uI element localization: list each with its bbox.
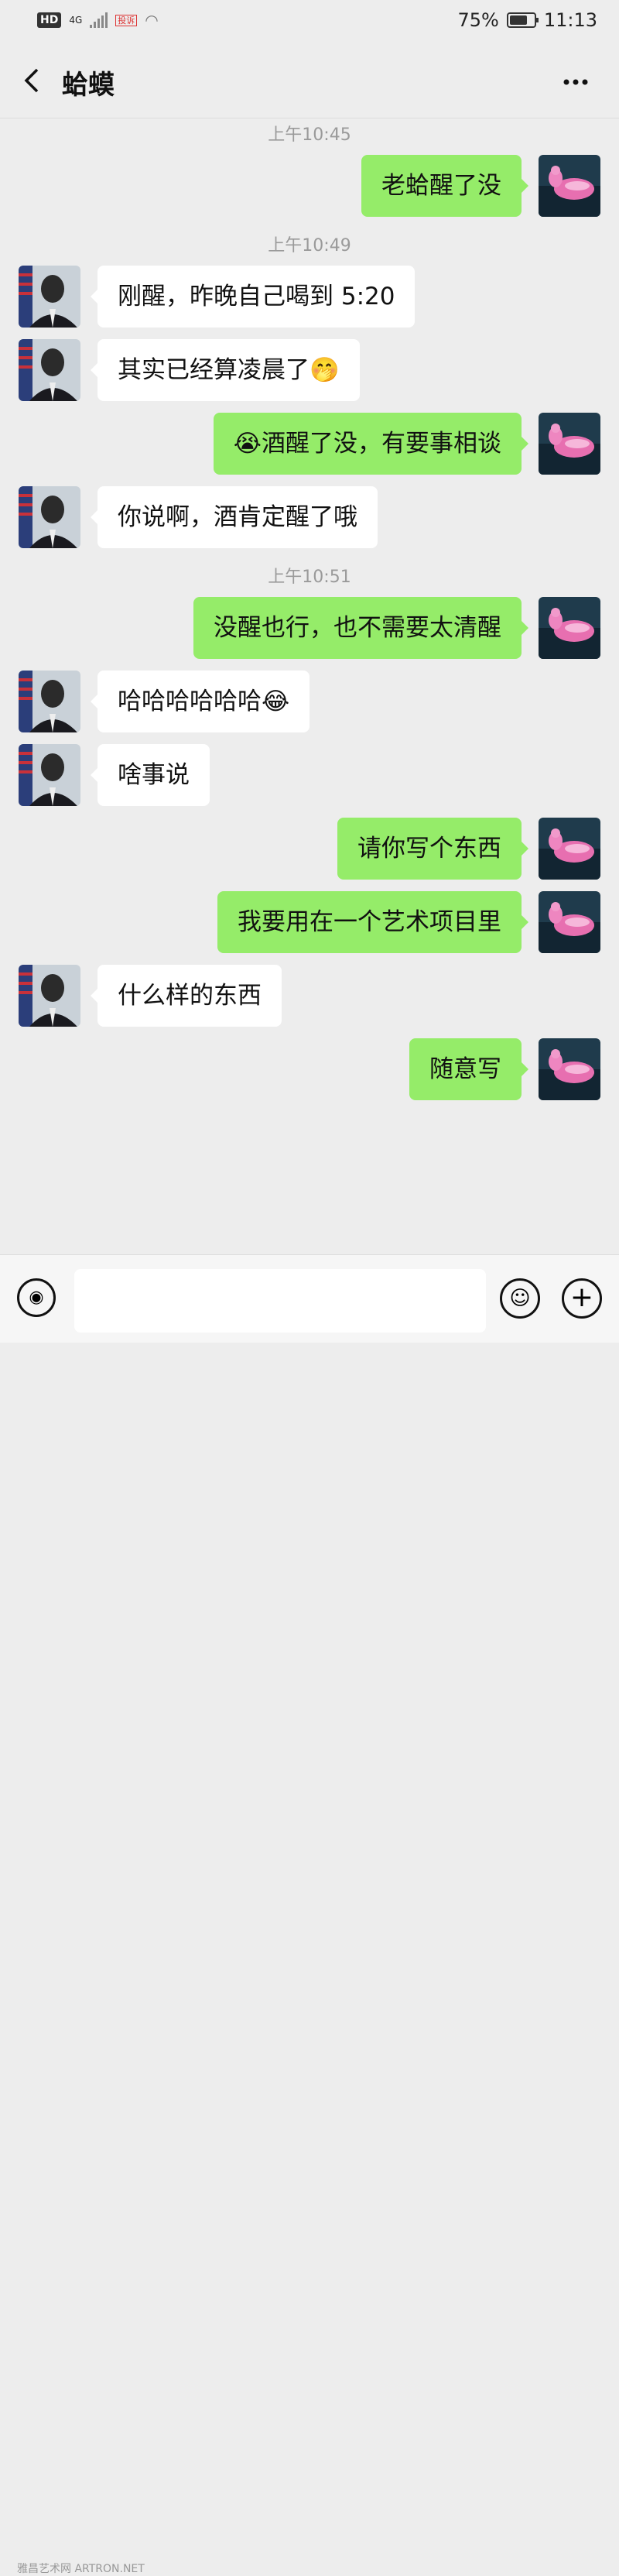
chat-header: 蛤蟆 (0, 43, 619, 118)
network-type: 4G (69, 15, 83, 26)
avatar[interactable] (539, 818, 600, 880)
avatar[interactable] (539, 155, 600, 217)
more-dots-icon[interactable] (560, 67, 591, 105)
outgoing-message: 随意写 (0, 1038, 619, 1100)
message-bubble[interactable]: 刚醒，昨晚自己喝到 5:20 (90, 266, 416, 328)
message-input[interactable] (74, 1269, 486, 1333)
plus-icon[interactable]: + (562, 1278, 602, 1319)
outgoing-message: 老蛤醒了没 (0, 155, 619, 217)
message-bubble[interactable]: 哈哈哈哈哈哈😂 (90, 671, 310, 732)
avatar[interactable] (19, 486, 80, 548)
outgoing-message: 我要用在一个艺术项目里 (0, 891, 619, 953)
message-bubble[interactable]: 其实已经算凌晨了🤭 (91, 339, 360, 401)
message-bubble[interactable]: 什么样的东西 (91, 965, 282, 1027)
avatar[interactable] (539, 1038, 600, 1100)
outgoing-message: 😭酒醒了没，有要事相谈 (0, 413, 619, 475)
watermark: 雅昌艺术网 ARTRON.NET (17, 2563, 145, 2575)
outgoing-message: 没醒也行，也不需要太清醒 (0, 597, 619, 659)
status-bar: HD 4G 投诉 ◠ 75% 11:13 (0, 0, 619, 43)
timestamp: 上午10:51 (268, 568, 351, 587)
outgoing-message: 请你写个东西 (0, 818, 619, 880)
voice-icon[interactable]: ◉ (17, 1278, 56, 1317)
emoji-icon[interactable]: ☺ (500, 1278, 540, 1319)
chat-title: 蛤蟆 (62, 70, 115, 101)
avatar[interactable] (539, 413, 600, 475)
chevron-left-icon[interactable] (19, 65, 50, 96)
incoming-message: 啥事说 (0, 744, 619, 806)
battery-icon (506, 12, 539, 28)
message-bubble[interactable]: 请你写个东西 (337, 818, 528, 880)
signal-icon (90, 12, 108, 28)
incoming-message: 你说啊，酒肯定醒了哦 (0, 486, 619, 548)
timestamp: 上午10:45 (268, 125, 351, 145)
wifi-icon: ◠ (145, 11, 159, 29)
message-bubble[interactable]: 我要用在一个艺术项目里 (217, 891, 528, 953)
status-left-group: HD 4G 投诉 ◠ (37, 11, 159, 29)
message-bubble[interactable]: 你说啊，酒肯定醒了哦 (91, 486, 378, 548)
clock: 11:13 (543, 9, 597, 31)
message-bubble[interactable]: 😭酒醒了没，有要事相谈 (213, 413, 529, 475)
avatar[interactable] (19, 339, 80, 401)
message-list[interactable]: 上午10:45 老蛤醒了没 上午10:49 刚醒，昨晚自己喝到 5:20 其实已经算凌晨… (0, 118, 619, 1254)
message-bubble[interactable]: 没醒也行，也不需要太清醒 (193, 597, 528, 659)
carrier-badge: 投诉 (115, 14, 138, 26)
avatar[interactable] (19, 671, 80, 732)
message-bubble[interactable]: 随意写 (409, 1038, 528, 1100)
timestamp: 上午10:49 (268, 236, 351, 256)
incoming-message: 其实已经算凌晨了🤭 (0, 339, 619, 401)
avatar[interactable] (539, 891, 600, 953)
battery-percent: 75% (457, 9, 499, 31)
avatar[interactable] (19, 744, 80, 806)
input-bar: ◉ ☺ + 雅昌艺术网 ARTRON.NET (0, 1254, 619, 2575)
incoming-message: 哈哈哈哈哈哈😂 (0, 671, 619, 732)
avatar[interactable] (539, 597, 600, 659)
avatar[interactable] (19, 965, 80, 1027)
avatar[interactable] (19, 266, 80, 328)
hd-badge: HD (37, 12, 62, 28)
incoming-message: 刚醒，昨晚自己喝到 5:20 (0, 266, 619, 328)
message-bubble[interactable]: 老蛤醒了没 (361, 155, 528, 217)
status-right-group: 75% 11:13 (457, 9, 597, 31)
incoming-message: 什么样的东西 (0, 965, 619, 1027)
message-bubble[interactable]: 啥事说 (91, 744, 210, 806)
